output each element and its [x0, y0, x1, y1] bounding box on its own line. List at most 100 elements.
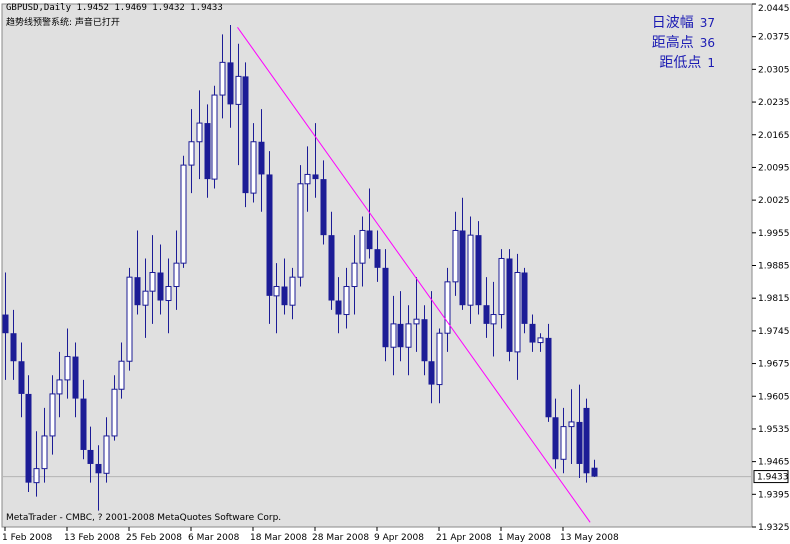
candle-body-bull [444, 281, 451, 334]
distance-from-low-label: 距低点 [659, 55, 702, 71]
candle-body-bull [173, 262, 180, 288]
candle-body-bear [366, 230, 373, 250]
y-tick-label: 1.9605 [758, 392, 790, 402]
distance-from-high-value: 36 [699, 36, 715, 50]
distance-from-high-stat: 距高点 36 [652, 32, 715, 52]
x-tick-label: 28 Mar 2008 [312, 533, 369, 543]
y-tick-label: 2.0025 [758, 196, 790, 206]
candle-body-bull [452, 229, 459, 283]
candle-body-bull [211, 94, 218, 180]
candle-body-bear [72, 356, 79, 399]
y-tick-label: 1.9745 [758, 327, 790, 337]
candle-body-bull [111, 388, 118, 437]
candle-body-bull [304, 173, 311, 185]
copyright-watermark: MetaTrader - CMBC, ? 2001-2008 MetaQuote… [6, 513, 282, 523]
candle-body-bear [227, 62, 234, 105]
candle-body-bull [498, 257, 505, 316]
candle-body-bull [118, 360, 125, 390]
candle-body-bear [552, 417, 559, 460]
candle-body-bull [56, 379, 63, 395]
y-tick-label: 2.0095 [758, 163, 790, 173]
current-price-label: 1.9433 [757, 473, 789, 483]
y-tick-label: 2.0305 [758, 65, 790, 75]
x-tick-label: 13 Feb 2008 [64, 533, 120, 543]
candle-body-bear [591, 467, 598, 477]
candle-body-bull [560, 426, 567, 460]
candle-body-bear [2, 314, 9, 334]
candle-body-bull [180, 164, 187, 264]
x-tick-label: 1 Feb 2008 [2, 533, 53, 543]
y-tick-label: 1.9325 [758, 523, 790, 533]
x-tick-label: 9 Apr 2008 [374, 533, 424, 543]
alert-status-line: 趋势线预警系统: 声音已打开 [6, 18, 120, 28]
candle-body-bull [103, 435, 110, 474]
candle-body-bear [576, 421, 583, 464]
candle-body-bear [258, 141, 265, 175]
candle-body-bear [459, 230, 466, 306]
candle-body-bear [204, 123, 211, 180]
candle-body-bear [374, 249, 381, 268]
candle-body-bull [126, 276, 133, 362]
candle-body-bear [312, 174, 319, 180]
candle-body-bear [521, 272, 528, 324]
candle-body-bear [335, 300, 342, 315]
y-tick-label: 1.9535 [758, 425, 790, 435]
candle-body-bull [41, 435, 48, 470]
candle-body-bull [149, 272, 156, 292]
candle-body-bear [87, 449, 94, 464]
candle-body-bear [583, 407, 590, 474]
candle-body-bull [297, 183, 304, 278]
candle-body-bear [483, 305, 490, 324]
y-tick-label: 1.9675 [758, 360, 790, 370]
candle-body-bear [80, 398, 87, 450]
candle-body-bear [25, 393, 32, 483]
distance-from-low-value: 1 [707, 56, 715, 70]
price-chart[interactable]: 2.0445 2.0375 2.0305 2.0235 2.0165 2.0095 2.00… [0, 0, 790, 544]
candle-body-bear [320, 179, 327, 236]
candle-body-bull [165, 286, 172, 302]
candle-body-bear [506, 258, 513, 352]
candle-body-bear [281, 286, 288, 306]
y-tick-label: 1.9465 [758, 458, 790, 468]
x-tick-label: 25 Feb 2008 [126, 533, 182, 543]
y-tick-label: 1.9395 [758, 490, 790, 500]
y-tick-label: 2.0445 [758, 4, 790, 14]
y-tick-label: 2.0165 [758, 131, 790, 141]
candle-body-bear [10, 333, 17, 362]
candle-body-bear [157, 272, 164, 301]
y-tick-label: 1.9815 [758, 294, 790, 304]
candle-body-bull [436, 332, 443, 386]
candle-body-bull [219, 61, 226, 96]
candle-body-bull [413, 318, 420, 325]
candle-body-bull [405, 323, 412, 348]
candle-body-bear [266, 174, 273, 296]
candle-body-bull [49, 393, 56, 437]
candle-body-bear [134, 277, 141, 306]
x-tick-label: 21 Apr 2008 [436, 533, 492, 543]
candle-body-bear [95, 463, 102, 474]
candle-body-bull [188, 141, 195, 166]
y-tick-label: 1.9885 [758, 262, 790, 272]
candle-body-bull [467, 234, 474, 306]
x-tick-label: 6 Mar 2008 [188, 533, 240, 543]
x-tick-label: 13 May 2008 [560, 533, 619, 543]
distance-from-high-label: 距高点 [651, 35, 694, 51]
x-tick-label: 1 May 2008 [498, 533, 551, 543]
candle-body-bear [428, 361, 435, 385]
candle-body-bear [18, 361, 25, 394]
candle-body-bear [328, 235, 335, 301]
candle-body-bull [196, 122, 203, 143]
candle-body-bull [537, 337, 544, 344]
candle-body-bull [250, 141, 257, 194]
daily-range-value: 37 [699, 16, 715, 30]
candle-body-bear [475, 235, 482, 306]
candle-body-bull [64, 356, 71, 381]
candle-body-bear [397, 323, 404, 348]
candle-body-bull [490, 314, 497, 325]
candle-body-bull [142, 290, 149, 306]
candle-body-bull [33, 468, 40, 484]
candle-body-bear [529, 323, 536, 343]
candle-body-bear [382, 267, 389, 348]
candle-body-bear [242, 76, 249, 194]
candle-body-bull [273, 286, 280, 297]
